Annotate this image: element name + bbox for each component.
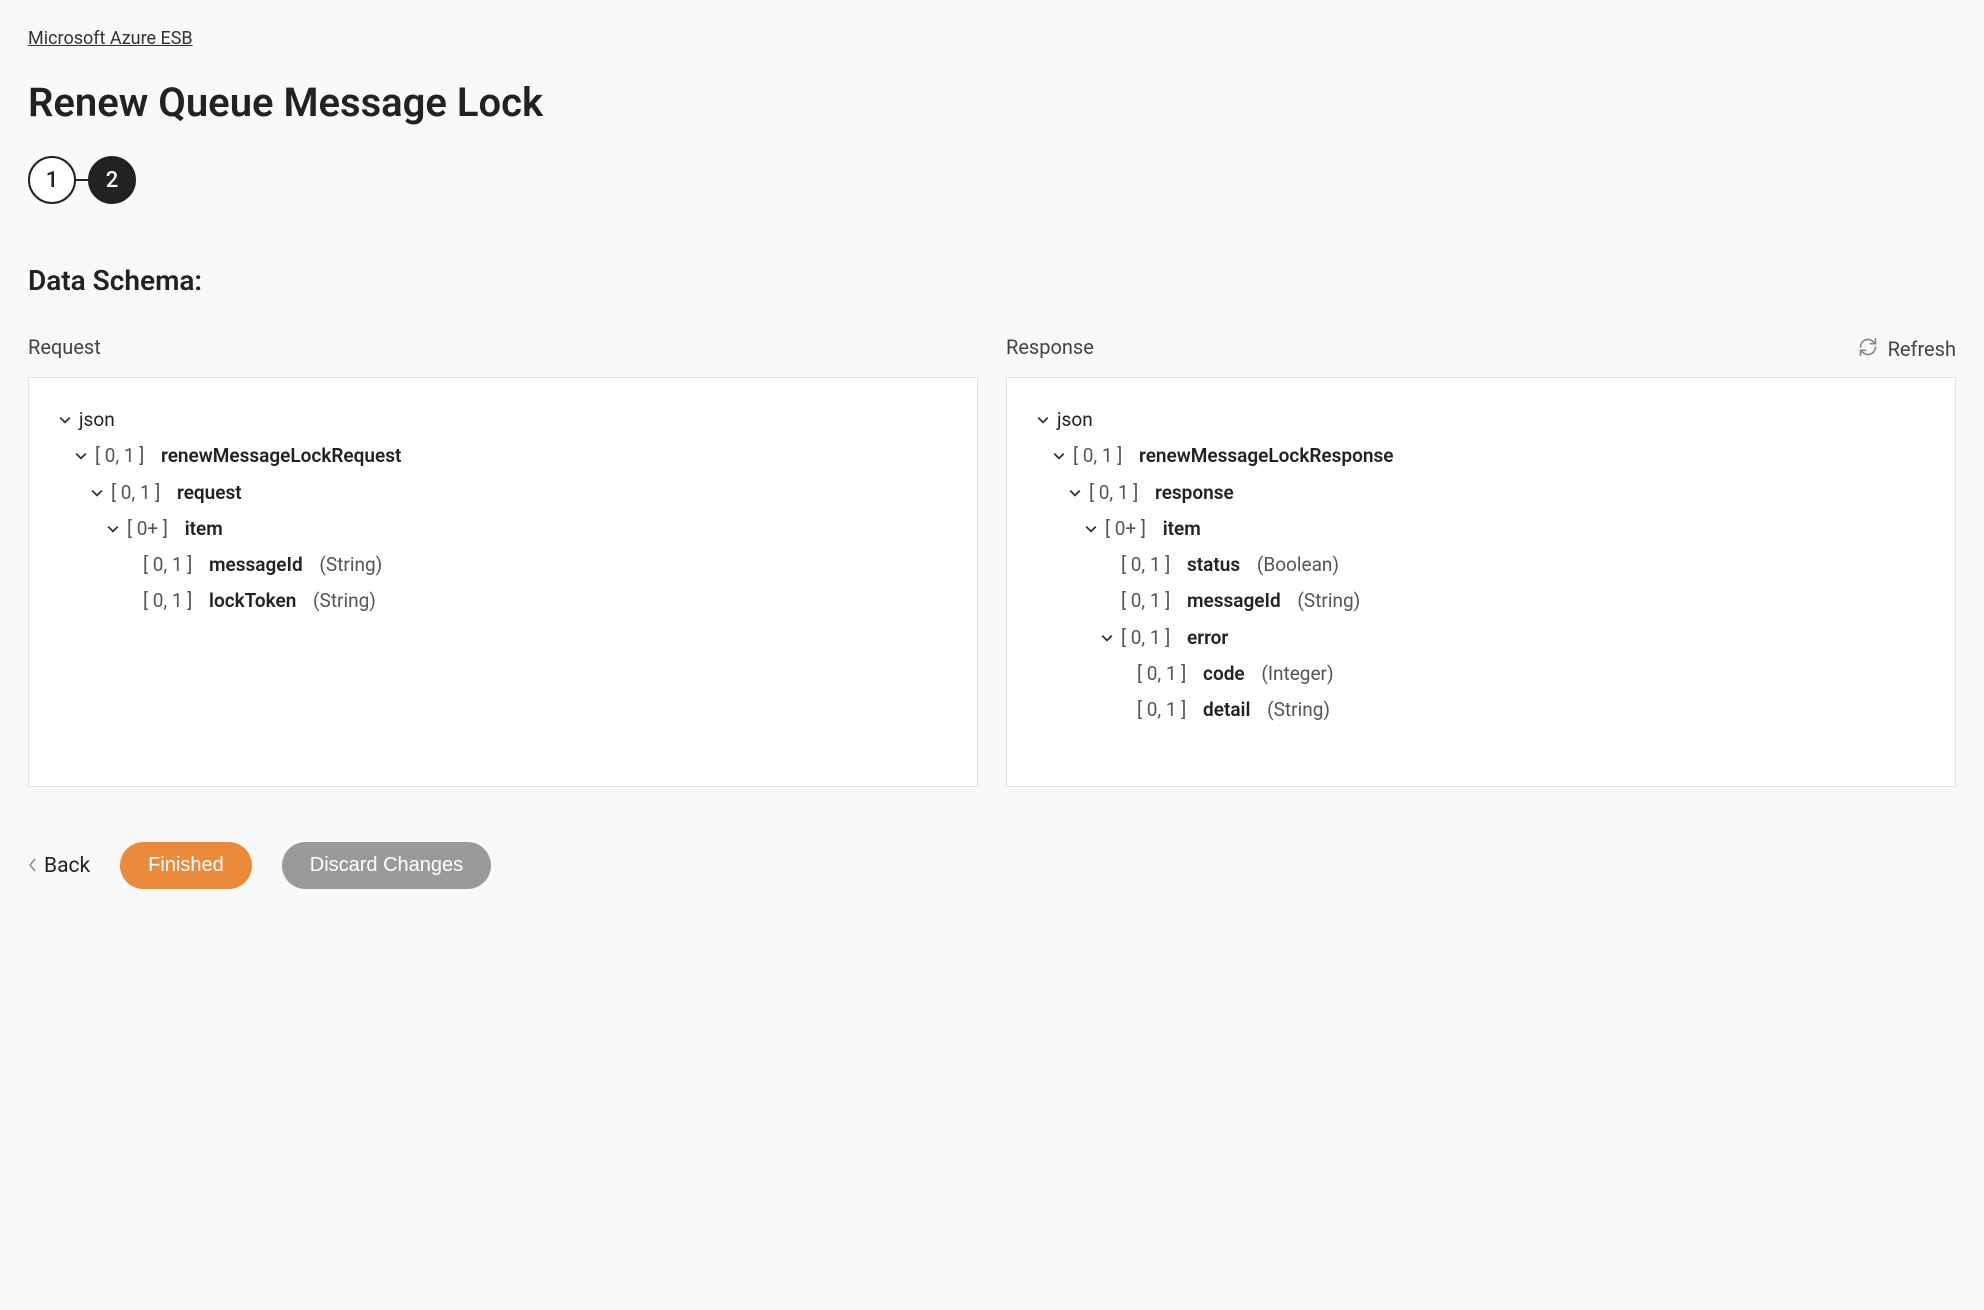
node-name: detail — [1203, 694, 1250, 726]
breadcrumb[interactable]: Microsoft Azure ESB — [28, 28, 193, 49]
cardinality: [ 0, 1 ] — [95, 440, 144, 472]
tree-row[interactable]: [ 0, 1 ] error — [1035, 620, 1927, 656]
cardinality: [ 0, 1 ] — [1121, 585, 1170, 617]
cardinality: [ 0, 1 ] — [1073, 440, 1122, 472]
cardinality: [ 0, 1 ] — [1137, 694, 1186, 726]
step-1[interactable]: 1 — [28, 156, 76, 204]
step-connector — [76, 179, 88, 181]
node-name: code — [1203, 658, 1245, 690]
node-name: status — [1187, 549, 1240, 581]
tree-row[interactable]: [ 0, 1 ] request — [57, 475, 949, 511]
node-name: renewMessageLockRequest — [161, 440, 401, 472]
back-button[interactable]: Back — [28, 854, 90, 878]
node-name: response — [1155, 477, 1234, 509]
tree-row: [ 0, 1 ] lockToken (String) — [57, 583, 949, 619]
finished-button[interactable]: Finished — [120, 842, 252, 889]
cardinality: [ 0, 1 ] — [143, 585, 192, 617]
chevron-down-icon — [89, 487, 105, 499]
chevron-down-icon — [57, 414, 73, 426]
section-title: Data Schema: — [28, 264, 1956, 297]
tree-row: [ 0, 1 ] messageId (String) — [57, 547, 949, 583]
node-name: renewMessageLockResponse — [1139, 440, 1393, 472]
tree-row: [ 0, 1 ] messageId (String) — [1035, 583, 1927, 619]
cardinality: [ 0+ ] — [1105, 513, 1146, 545]
cardinality: [ 0, 1 ] — [1121, 549, 1170, 581]
tree-row[interactable]: [ 0+ ] item — [57, 511, 949, 547]
node-name: messageId — [1187, 585, 1281, 617]
node-name: request — [177, 477, 242, 509]
chevron-left-icon — [28, 854, 38, 878]
step-2[interactable]: 2 — [88, 156, 136, 204]
chevron-down-icon — [1035, 414, 1051, 426]
node-label: json — [79, 404, 115, 436]
node-type: (String) — [1297, 585, 1360, 617]
node-type: (Boolean) — [1257, 549, 1339, 581]
page-title: Renew Queue Message Lock — [28, 79, 1956, 126]
chevron-down-icon — [1051, 450, 1067, 462]
chevron-down-icon — [1099, 632, 1115, 644]
chevron-down-icon — [105, 523, 121, 535]
step-indicator: 1 2 — [28, 156, 1956, 204]
discard-changes-button[interactable]: Discard Changes — [282, 842, 491, 889]
node-type: (String) — [313, 585, 376, 617]
cardinality: [ 0+ ] — [127, 513, 168, 545]
node-type: (String) — [1267, 694, 1330, 726]
tree-row[interactable]: [ 0, 1 ] response — [1035, 475, 1927, 511]
request-panel-label: Request — [28, 335, 978, 359]
node-label: json — [1057, 404, 1093, 436]
tree-row-json[interactable]: json — [57, 402, 949, 438]
response-panel: json [ 0, 1 ] renewMessageLockResponse [… — [1006, 377, 1956, 787]
node-type: (Integer) — [1261, 658, 1333, 690]
cardinality: [ 0, 1 ] — [111, 477, 160, 509]
back-label: Back — [44, 854, 90, 878]
response-panel-label: Response — [1006, 335, 1956, 359]
chevron-down-icon — [1067, 487, 1083, 499]
node-type: (String) — [319, 549, 382, 581]
tree-row[interactable]: [ 0+ ] item — [1035, 511, 1927, 547]
node-name: error — [1187, 622, 1228, 654]
tree-row: [ 0, 1 ] detail (String) — [1035, 692, 1927, 728]
cardinality: [ 0, 1 ] — [1137, 658, 1186, 690]
chevron-down-icon — [1083, 523, 1099, 535]
tree-row[interactable]: [ 0, 1 ] renewMessageLockResponse — [1035, 438, 1927, 474]
node-name: item — [1163, 513, 1201, 545]
tree-row[interactable]: [ 0, 1 ] renewMessageLockRequest — [57, 438, 949, 474]
tree-row: [ 0, 1 ] code (Integer) — [1035, 656, 1927, 692]
tree-row: [ 0, 1 ] status (Boolean) — [1035, 547, 1927, 583]
chevron-down-icon — [73, 450, 89, 462]
request-panel: json [ 0, 1 ] renewMessageLockRequest [ … — [28, 377, 978, 787]
cardinality: [ 0, 1 ] — [1121, 622, 1170, 654]
node-name: lockToken — [209, 585, 296, 617]
tree-row-json[interactable]: json — [1035, 402, 1927, 438]
node-name: messageId — [209, 549, 303, 581]
cardinality: [ 0, 1 ] — [1089, 477, 1138, 509]
node-name: item — [185, 513, 223, 545]
cardinality: [ 0, 1 ] — [143, 549, 192, 581]
